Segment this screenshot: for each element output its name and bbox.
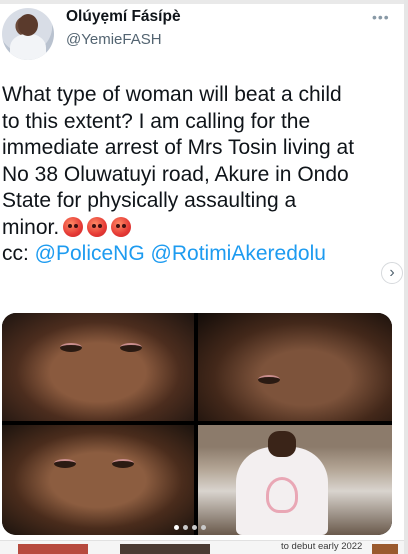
chevron-right-icon[interactable]: › [381,262,403,284]
tweet-line: State for physically assaulting a [2,189,297,212]
right-scroll-edge [404,0,408,554]
tweet-line-emoji: minor. [2,215,382,242]
media-photo[interactable] [2,313,194,421]
photo-detail [54,459,76,468]
carousel-dot[interactable] [201,524,206,530]
carousel-dot[interactable] [183,524,188,530]
media-photo[interactable] [198,313,392,421]
mention-link[interactable]: @PoliceNG [35,242,145,265]
tweet-line: immediate arrest of Mrs Tosin living at [2,136,355,159]
photo-detail [60,343,82,352]
tweet-text: What type of woman will beat a child to … [2,82,382,268]
next-post-thumbnail[interactable] [120,544,210,554]
next-post-text: to debut early 2022 [281,541,363,552]
tweet-line: No 38 Oluwatuyi road, Akure in Ondo [2,162,349,186]
avatar[interactable] [2,8,54,60]
photo-detail [120,343,142,352]
user-handle[interactable]: @YemieFASH [66,31,162,48]
tweet-line: minor. [2,215,60,239]
mention-link[interactable]: @RotimiAkeredolu [151,242,326,265]
media-photo[interactable] [2,425,194,535]
photo-detail [236,447,328,535]
next-post-thumbnail[interactable] [372,544,398,554]
next-post-thumbnail[interactable] [18,544,88,554]
cc-prefix: cc: [2,242,35,265]
media-grid [2,313,392,535]
carousel-dots [174,523,206,531]
angry-face-icon [111,216,132,237]
avatar-body [10,34,46,60]
carousel-dot[interactable] [174,524,179,530]
carousel-dot[interactable] [192,524,197,530]
more-dots-icon[interactable]: ••• [372,10,390,24]
tweet-cc-line: cc: @PoliceNG @RotimiAkeredolu [2,241,382,268]
angry-face-icon [63,216,84,237]
tweet-line: What type of woman will beat a child [2,83,342,106]
photo-detail [258,375,280,384]
angry-face-icon [87,216,108,237]
tweet-header: Olúyẹmí Fásípè @YemieFASH ••• [0,4,404,60]
avatar-face [18,14,38,36]
tweet-line: to this extent? I am calling for the [2,109,311,133]
display-name[interactable]: Olúyẹmí Fásípè [66,8,181,26]
photo-detail [112,459,134,468]
photo-detail [268,431,296,457]
media-photo[interactable] [198,425,392,535]
